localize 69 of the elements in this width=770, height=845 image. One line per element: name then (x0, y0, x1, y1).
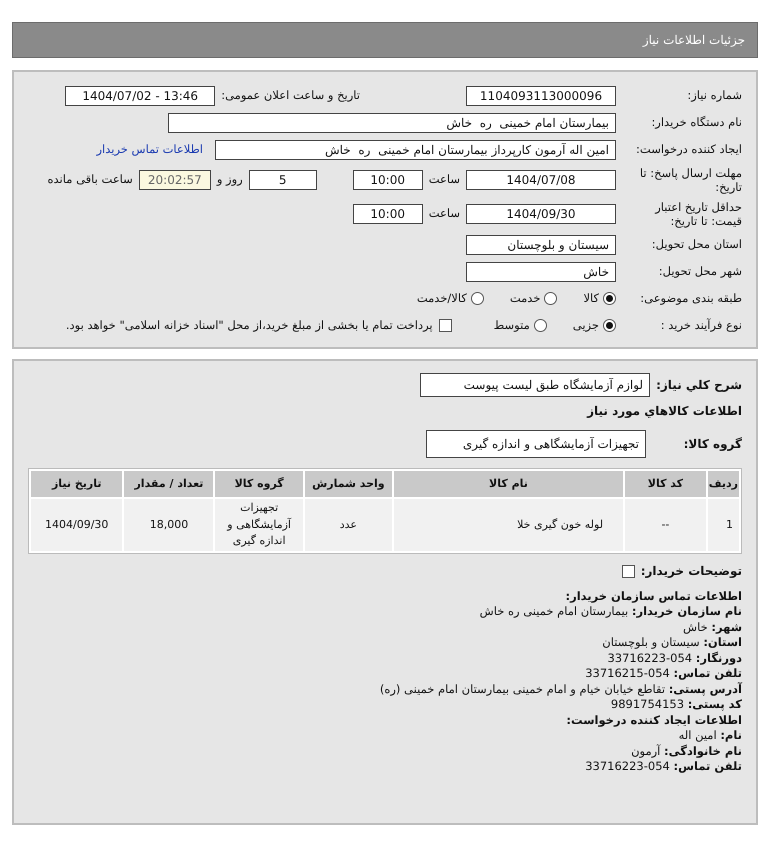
radio-button[interactable] (603, 319, 616, 332)
field-label: حداقل تاریخ اعتبار قیمت: تا تاریخ: (654, 200, 742, 228)
field-label: ساعت (428, 171, 460, 188)
column-header: گروه کالا (215, 471, 303, 497)
time-field[interactable]: 10:00 (352, 204, 423, 224)
requester-field[interactable]: امین اله آرمون کارپرداز بیمارستان امام خمینی ره خاش (215, 140, 616, 160)
contact-info-link[interactable]: اطلاعات تماس خریدار (96, 140, 203, 158)
section-heading: اطلاعات كالاهاي مورد نياز (586, 403, 742, 420)
column-header: واحد شمارش (304, 471, 392, 497)
option-label: خدمت (510, 290, 540, 307)
field-label: ایجاد کننده درخواست: (635, 142, 742, 157)
table-cell: لوله خون گیری خلا (394, 499, 624, 550)
option-label: کالا (583, 290, 599, 307)
field-label: طبقه بندی موضوعی: (639, 291, 742, 306)
option-label: جزیی (572, 316, 599, 334)
table-cell: 1 (708, 499, 739, 550)
column-header: تاریخ نیاز (31, 471, 122, 497)
column-header: ردیف (708, 471, 739, 497)
contact-line: نام خانوادگی: آرمون (630, 744, 742, 760)
remaining-time-field[interactable]: 20:02:57 (138, 170, 211, 190)
contact-line: نام: امین اله (678, 728, 742, 744)
field-label: توضیحات خریدار: (640, 563, 742, 580)
contact-line: آدرس پستی: تقاطع خیابان خیام و امام خمینی بیمارستان امام خمینی (ره) (378, 682, 742, 698)
field-label: گروه کالا: (682, 436, 742, 453)
province-field[interactable]: سیستان و بلوچستان (466, 234, 616, 254)
announce-date-field[interactable]: 1404/07/02 - 13:46 (65, 86, 216, 106)
need-number-field[interactable]: 1104093113000096 (466, 86, 616, 106)
contact-heading: اطلاعات تماس سازمان خریدار: (564, 588, 742, 604)
column-header: نام کالا (394, 471, 624, 497)
table-cell: 18,000 (124, 499, 214, 550)
table-cell: 1404/09/30 (31, 499, 122, 550)
radio-button[interactable] (544, 292, 558, 305)
option-label: کالا/خدمت (416, 290, 467, 307)
field-label: ساعت باقی مانده (48, 171, 133, 188)
city-field[interactable]: خاش (466, 262, 616, 282)
checkbox[interactable] (622, 564, 635, 578)
contact-heading: اطلاعات ایجاد کننده درخواست: (565, 712, 742, 728)
table-cell: عدد (304, 499, 392, 550)
radio-button[interactable] (534, 319, 547, 332)
field-label: نوع فرآیند خرید : (660, 318, 742, 333)
field-label: تاریخ و ساعت اعلان عمومی: (221, 86, 360, 104)
option-label: متوسط (494, 316, 530, 334)
date-field[interactable]: 1404/09/30 (466, 204, 616, 224)
table-cell: -- (625, 499, 706, 550)
days-field[interactable]: 5 (248, 170, 317, 190)
field-label: نام دستگاه خریدار: (650, 115, 742, 130)
page-title: جزئیات اطلاعات نیاز (642, 32, 745, 49)
radio-button[interactable] (470, 292, 484, 305)
radio-button[interactable] (603, 292, 616, 305)
field-label: شرح کلي نياز: (656, 376, 742, 394)
checkbox[interactable] (438, 319, 452, 332)
field-label: استان محل تحویل: (650, 237, 742, 252)
field-label: روز و (216, 171, 243, 188)
date-field[interactable]: 1404/07/08 (466, 170, 616, 190)
field-label: ساعت (428, 205, 460, 222)
goods-group-field[interactable]: تجهیزات آزمایشگاهی و اندازه گیری (426, 430, 646, 458)
field-label: مهلت ارسال پاسخ: تا تاریخ: (638, 166, 742, 194)
payment-note: پرداخت تمام یا بخشی از مبلغ خرید،از محل "اسناد خزانه اسلامی" خواهد بود. (66, 316, 433, 334)
field-label: شهر محل تحویل: (658, 264, 742, 279)
column-header: کد کالا (625, 471, 706, 497)
contact-line: نام سازمان خریدار: بیمارستان امام خمینی ره خاش (478, 604, 742, 620)
time-field[interactable]: 10:00 (352, 170, 423, 190)
field-label: شماره نیاز: (686, 88, 742, 103)
summary-field[interactable]: لوازم آزمایشگاه طبق لیست پیوست (420, 372, 650, 396)
column-header: تعداد / مقدار (124, 471, 214, 497)
buyer-org-field[interactable]: بیمارستان امام خمینی ره خاش (168, 112, 616, 132)
contact-line: استان: سیستان و بلوچستان (601, 635, 742, 651)
table-cell: تجهیزات آزمایشگاهی و اندازه گیری (215, 499, 303, 550)
contact-line: شهر: خاش (682, 620, 742, 636)
